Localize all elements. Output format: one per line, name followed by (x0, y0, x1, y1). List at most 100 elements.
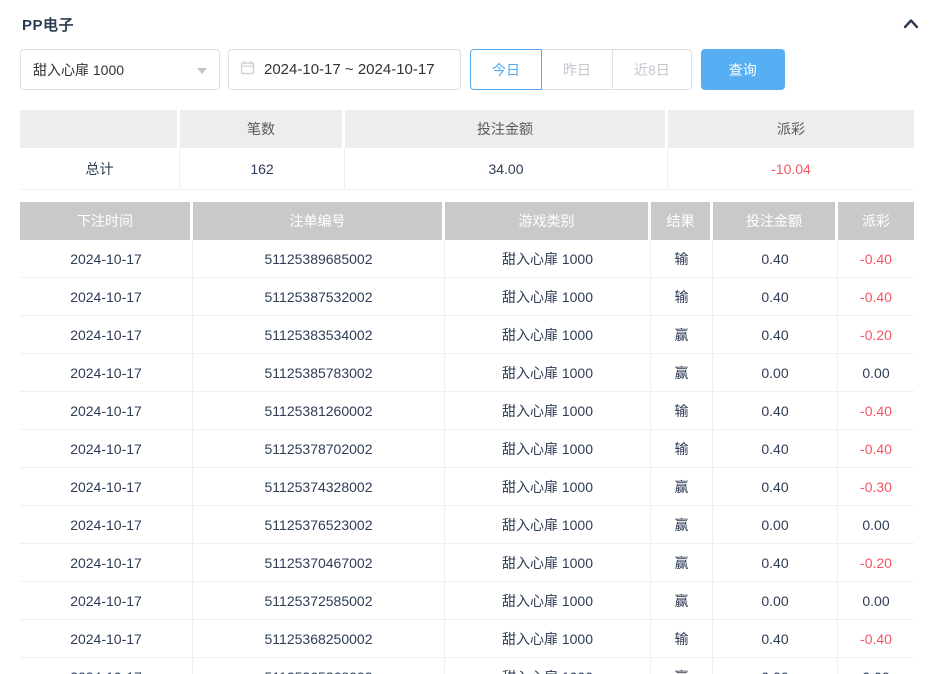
cell-bet-amount: 0.40 (713, 240, 838, 278)
search-button[interactable]: 查询 (701, 49, 785, 90)
cell-bet-amount: 0.00 (713, 582, 838, 620)
cell-bet-amount: 0.40 (713, 468, 838, 506)
cell-game-type: 甜入心扉 1000 (445, 544, 651, 582)
records-table-body: 2024-10-17 51125389685002 甜入心扉 1000 输 0.… (20, 240, 914, 674)
cell-order-no: 51125376523002 (193, 506, 445, 544)
cell-bet-time: 2024-10-17 (20, 620, 193, 658)
cell-order-no: 51125378702002 (193, 430, 445, 468)
summary-header-payout: 派彩 (668, 110, 914, 148)
cell-order-no: 51125365368002 (193, 658, 445, 674)
cell-payout: -0.40 (838, 240, 914, 278)
summary-header-count: 笔数 (180, 110, 345, 148)
table-row: 2024-10-17 51125389685002 甜入心扉 1000 输 0.… (20, 240, 914, 278)
summary-total-bet-amount: 34.00 (345, 148, 668, 190)
cell-result: 赢 (651, 582, 713, 620)
cell-bet-time: 2024-10-17 (20, 582, 193, 620)
cell-order-no: 51125389685002 (193, 240, 445, 278)
cell-bet-time: 2024-10-17 (20, 240, 193, 278)
filter-bar: 甜入心扉 1000 2024-10-17 ~ 2024-10-17 今日 昨日 … (20, 49, 924, 90)
cell-bet-time: 2024-10-17 (20, 278, 193, 316)
collapse-panel-button[interactable] (900, 15, 922, 33)
date-range-input[interactable]: 2024-10-17 ~ 2024-10-17 (228, 49, 461, 90)
cell-game-type: 甜入心扉 1000 (445, 316, 651, 354)
cell-payout: -0.30 (838, 468, 914, 506)
records-header-bet-time: 下注时间 (20, 202, 193, 240)
cell-result: 输 (651, 240, 713, 278)
cell-result: 赢 (651, 354, 713, 392)
table-row: 2024-10-17 51125370467002 甜入心扉 1000 赢 0.… (20, 544, 914, 582)
cell-result: 赢 (651, 658, 713, 674)
panel-header: PP电子 (0, 0, 944, 38)
cell-game-type: 甜入心扉 1000 (445, 582, 651, 620)
table-row: 2024-10-17 51125365368002 甜入心扉 1000 赢 0.… (20, 658, 914, 674)
summary-header-bet-amount: 投注金额 (345, 110, 668, 148)
summary-header-row: 笔数 投注金额 派彩 (20, 110, 914, 148)
cell-order-no: 51125381260002 (193, 392, 445, 430)
cell-bet-time: 2024-10-17 (20, 430, 193, 468)
quick-range-group: 今日 昨日 近8日 (470, 49, 692, 90)
cell-payout: -0.40 (838, 392, 914, 430)
cell-bet-amount: 0.40 (713, 392, 838, 430)
cell-bet-time: 2024-10-17 (20, 468, 193, 506)
cell-game-type: 甜入心扉 1000 (445, 240, 651, 278)
cell-bet-time: 2024-10-17 (20, 506, 193, 544)
cell-game-type: 甜入心扉 1000 (445, 392, 651, 430)
cell-order-no: 51125374328002 (193, 468, 445, 506)
chevron-up-icon (902, 19, 920, 34)
cell-order-no: 51125387532002 (193, 278, 445, 316)
date-range-value: 2024-10-17 ~ 2024-10-17 (264, 61, 435, 78)
summary-total-label: 总计 (20, 148, 180, 190)
cell-game-type: 甜入心扉 1000 (445, 354, 651, 392)
game-select-value: 甜入心扉 1000 (33, 60, 124, 80)
cell-game-type: 甜入心扉 1000 (445, 278, 651, 316)
table-row: 2024-10-17 51125387532002 甜入心扉 1000 输 0.… (20, 278, 914, 316)
cell-bet-time: 2024-10-17 (20, 658, 193, 674)
cell-payout: -0.40 (838, 278, 914, 316)
last8days-button[interactable]: 近8日 (612, 49, 692, 90)
table-row: 2024-10-17 51125368250002 甜入心扉 1000 输 0.… (20, 620, 914, 658)
page-title: PP电子 (22, 14, 74, 35)
cell-result: 输 (651, 430, 713, 468)
summary-total-count: 162 (180, 148, 345, 190)
cell-payout: 0.00 (838, 506, 914, 544)
cell-bet-time: 2024-10-17 (20, 392, 193, 430)
cell-order-no: 51125370467002 (193, 544, 445, 582)
cell-bet-amount: 0.40 (713, 544, 838, 582)
cell-payout: -0.40 (838, 620, 914, 658)
table-row: 2024-10-17 51125374328002 甜入心扉 1000 赢 0.… (20, 468, 914, 506)
cell-game-type: 甜入心扉 1000 (445, 620, 651, 658)
cell-bet-amount: 0.00 (713, 354, 838, 392)
cell-result: 输 (651, 620, 713, 658)
table-row: 2024-10-17 51125385783002 甜入心扉 1000 赢 0.… (20, 354, 914, 392)
cell-game-type: 甜入心扉 1000 (445, 658, 651, 674)
cell-bet-amount: 0.40 (713, 620, 838, 658)
cell-payout: -0.20 (838, 544, 914, 582)
cell-order-no: 51125372585002 (193, 582, 445, 620)
cell-bet-amount: 0.00 (713, 658, 838, 674)
cell-order-no: 51125383534002 (193, 316, 445, 354)
records-header-payout: 派彩 (838, 202, 914, 240)
cell-bet-amount: 0.40 (713, 430, 838, 468)
cell-game-type: 甜入心扉 1000 (445, 506, 651, 544)
yesterday-button[interactable]: 昨日 (541, 49, 613, 90)
cell-order-no: 51125385783002 (193, 354, 445, 392)
cell-game-type: 甜入心扉 1000 (445, 468, 651, 506)
game-select[interactable]: 甜入心扉 1000 (20, 49, 220, 90)
table-row: 2024-10-17 51125378702002 甜入心扉 1000 输 0.… (20, 430, 914, 468)
cell-game-type: 甜入心扉 1000 (445, 430, 651, 468)
summary-table: 笔数 投注金额 派彩 总计 162 34.00 -10.04 (20, 110, 914, 190)
records-header-row: 下注时间 注单编号 游戏类别 结果 投注金额 派彩 (20, 202, 914, 240)
table-row: 2024-10-17 51125372585002 甜入心扉 1000 赢 0.… (20, 582, 914, 620)
cell-payout: 0.00 (838, 582, 914, 620)
table-row: 2024-10-17 51125381260002 甜入心扉 1000 输 0.… (20, 392, 914, 430)
cell-result: 赢 (651, 544, 713, 582)
records-header-bet-amount: 投注金额 (713, 202, 838, 240)
cell-bet-time: 2024-10-17 (20, 316, 193, 354)
cell-payout: 0.00 (838, 658, 914, 674)
cell-result: 赢 (651, 316, 713, 354)
cell-bet-amount: 0.40 (713, 316, 838, 354)
cell-bet-time: 2024-10-17 (20, 354, 193, 392)
table-row: 2024-10-17 51125383534002 甜入心扉 1000 赢 0.… (20, 316, 914, 354)
today-button[interactable]: 今日 (470, 49, 542, 90)
cell-payout: -0.20 (838, 316, 914, 354)
